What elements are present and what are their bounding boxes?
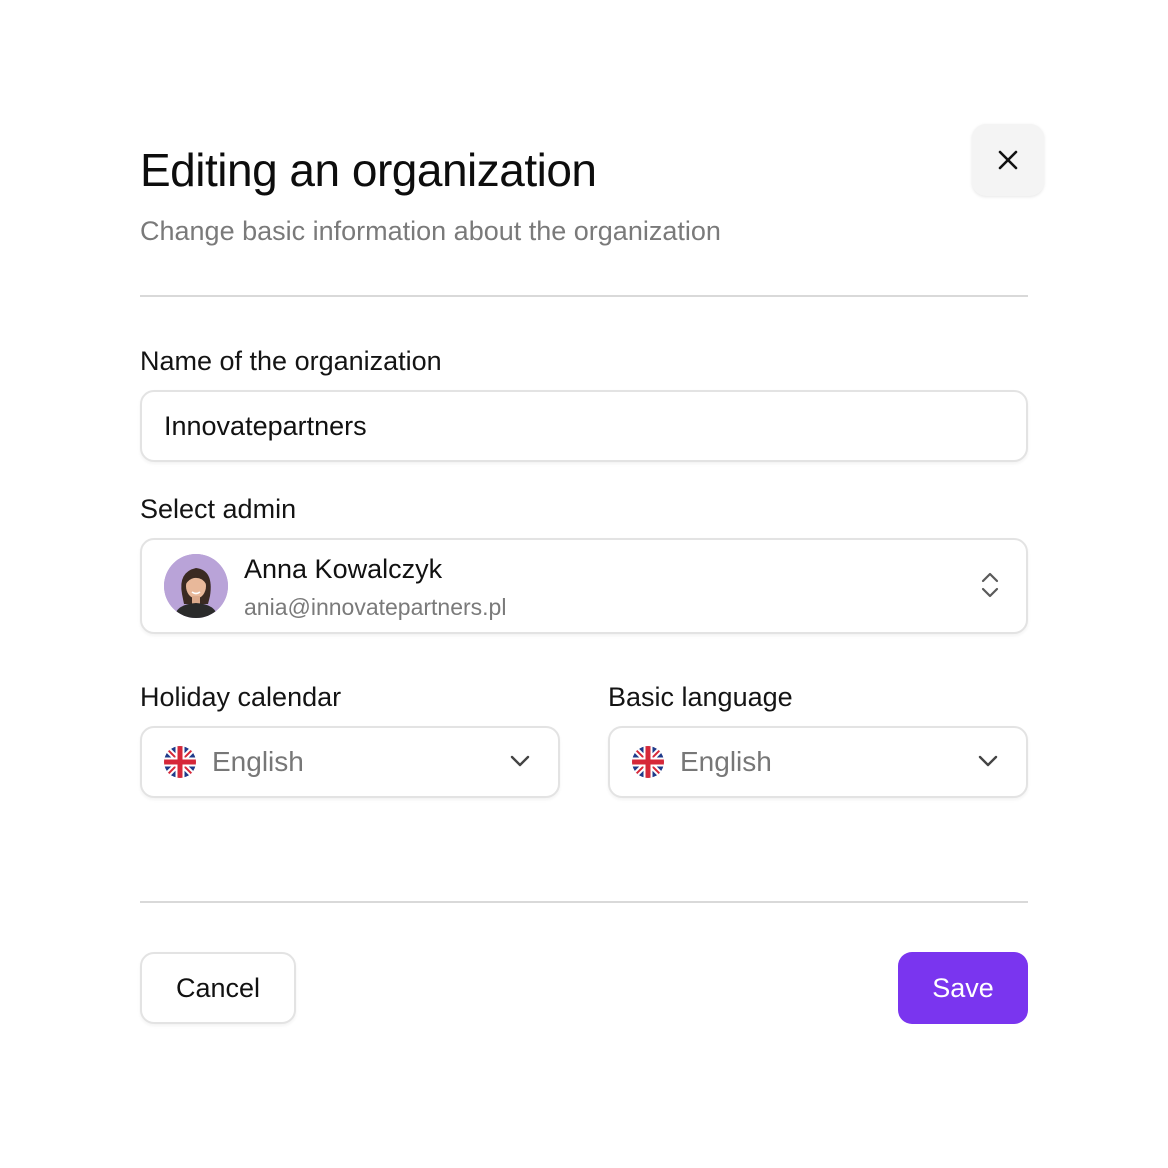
- uk-flag-icon: [164, 746, 196, 778]
- holiday-calendar-value: English: [212, 746, 304, 777]
- cancel-button[interactable]: Cancel: [140, 952, 296, 1024]
- chevron-down-icon: [510, 755, 530, 767]
- uk-flag-icon: [632, 746, 664, 778]
- admin-select[interactable]: Anna Kowalczyk ania@innovatepartners.pl: [140, 538, 1028, 634]
- organization-name-input[interactable]: [142, 392, 1026, 460]
- admin-name: Anna Kowalczyk: [244, 554, 443, 584]
- chevron-down-icon: [978, 755, 998, 767]
- chevron-up-down-icon: [981, 572, 999, 598]
- basic-language-label: Basic language: [608, 682, 793, 712]
- select-admin-label: Select admin: [140, 494, 297, 524]
- dialog-subtitle: Change basic information about the organ…: [140, 216, 721, 246]
- basic-language-select[interactable]: English: [608, 726, 1028, 798]
- avatar: [164, 554, 228, 618]
- close-button[interactable]: [972, 124, 1044, 196]
- close-icon: [998, 150, 1018, 170]
- dialog-title: Editing an organization: [140, 144, 597, 196]
- holiday-calendar-label: Holiday calendar: [140, 682, 342, 712]
- holiday-calendar-select[interactable]: English: [140, 726, 560, 798]
- header-divider: [140, 295, 1028, 297]
- footer-divider: [140, 901, 1028, 903]
- organization-name-label: Name of the organization: [140, 346, 442, 376]
- basic-language-value: English: [680, 746, 772, 777]
- organization-name-field[interactable]: [140, 390, 1028, 462]
- save-button[interactable]: Save: [898, 952, 1028, 1024]
- admin-email: ania@innovatepartners.pl: [244, 594, 507, 620]
